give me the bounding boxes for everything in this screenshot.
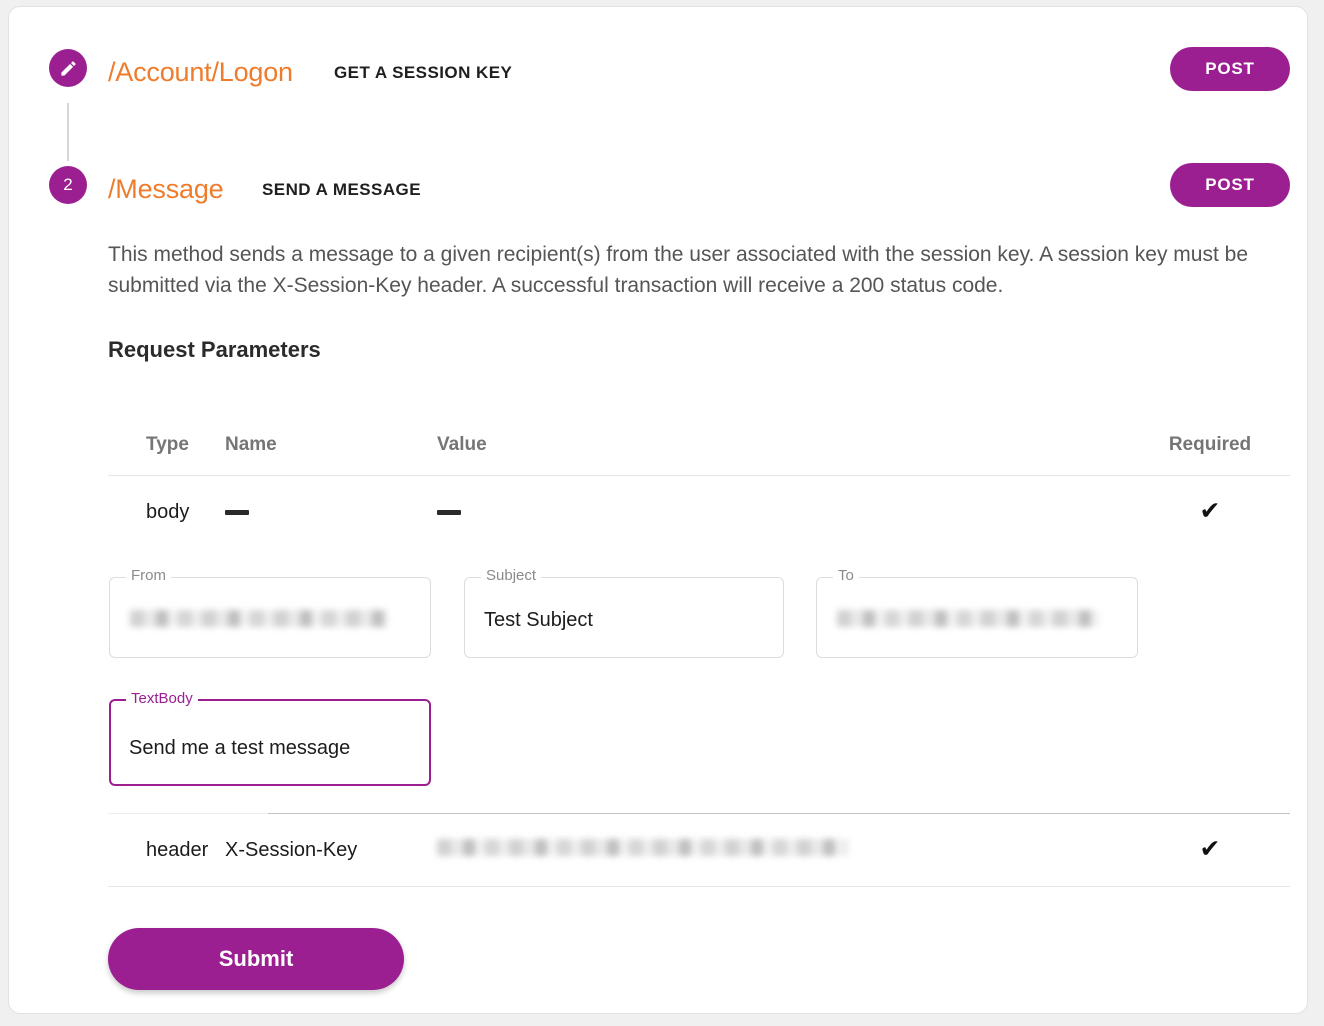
cell-value-session-key-redacted	[437, 838, 1130, 862]
table-header-row: Type Name Value Required	[108, 415, 1290, 475]
check-icon: ✔	[1199, 835, 1221, 863]
endpoint-body-panel: This method sends a message to a given r…	[108, 239, 1290, 363]
dash-icon	[437, 509, 461, 515]
api-explorer-card: /Account/Logon GET A SESSION KEY POST 2 …	[8, 6, 1308, 1014]
stepper-connector-line	[67, 103, 69, 161]
step-2-bullet-number[interactable]: 2	[49, 166, 87, 204]
submit-button[interactable]: Submit	[108, 928, 404, 990]
cell-name-dash	[225, 501, 437, 524]
column-header-value: Value	[437, 434, 487, 455]
request-parameters-heading: Request Parameters	[108, 337, 321, 363]
step-1-bullet-completed[interactable]	[49, 49, 87, 87]
cell-type-header: header	[146, 838, 209, 861]
step-1-summary-label: GET A SESSION KEY	[334, 63, 513, 82]
textbody-field-focused[interactable]: TextBody Send me a test message	[109, 691, 431, 786]
request-parameters-table: Type Name Value Required body ✔	[108, 415, 1290, 548]
column-header-type: Type	[146, 434, 189, 455]
table-divider-bottom	[108, 886, 1290, 887]
from-field-redacted-value	[130, 610, 388, 627]
subject-field[interactable]: Subject Test Subject	[464, 568, 784, 658]
dash-icon	[225, 509, 249, 515]
check-icon: ✔	[1199, 497, 1221, 525]
step-2-route-label[interactable]: /Message	[108, 174, 224, 205]
cell-name-session-key: X-Session-Key	[225, 838, 358, 861]
step-1-route-label[interactable]: /Account/Logon	[108, 57, 293, 88]
textbody-field-label: TextBody	[126, 691, 198, 706]
step-number-label: 2	[63, 175, 73, 194]
to-field-redacted-value	[837, 610, 1099, 627]
cell-required-header: ✔	[1130, 837, 1290, 863]
from-field-label: From	[126, 568, 171, 583]
table-row-body[interactable]: body ✔	[108, 476, 1290, 548]
column-header-name: Name	[225, 434, 277, 455]
step-2-method-badge-post[interactable]: POST	[1170, 163, 1290, 207]
cell-type-body: body	[146, 500, 190, 523]
subject-field-value: Test Subject	[484, 609, 593, 631]
to-field-label: To	[833, 568, 859, 583]
column-header-required: Required	[1168, 434, 1252, 455]
cell-required-body: ✔	[1130, 499, 1290, 525]
subject-field-label: Subject	[481, 568, 542, 583]
endpoint-description: This method sends a message to a given r…	[108, 243, 1248, 298]
to-field[interactable]: To	[816, 568, 1138, 658]
from-field[interactable]: From	[109, 568, 431, 658]
step-1-method-badge-post[interactable]: POST	[1170, 47, 1290, 91]
header-parameter-section: header X-Session-Key ✔	[108, 813, 1290, 887]
textbody-field-value: Send me a test message	[129, 737, 351, 759]
pencil-icon	[59, 59, 78, 78]
table-row-header[interactable]: header X-Session-Key ✔	[108, 814, 1290, 886]
step-2-summary-label: SEND A MESSAGE	[262, 180, 422, 199]
cell-value-dash	[437, 501, 1130, 524]
session-key-redacted-value	[437, 838, 847, 856]
